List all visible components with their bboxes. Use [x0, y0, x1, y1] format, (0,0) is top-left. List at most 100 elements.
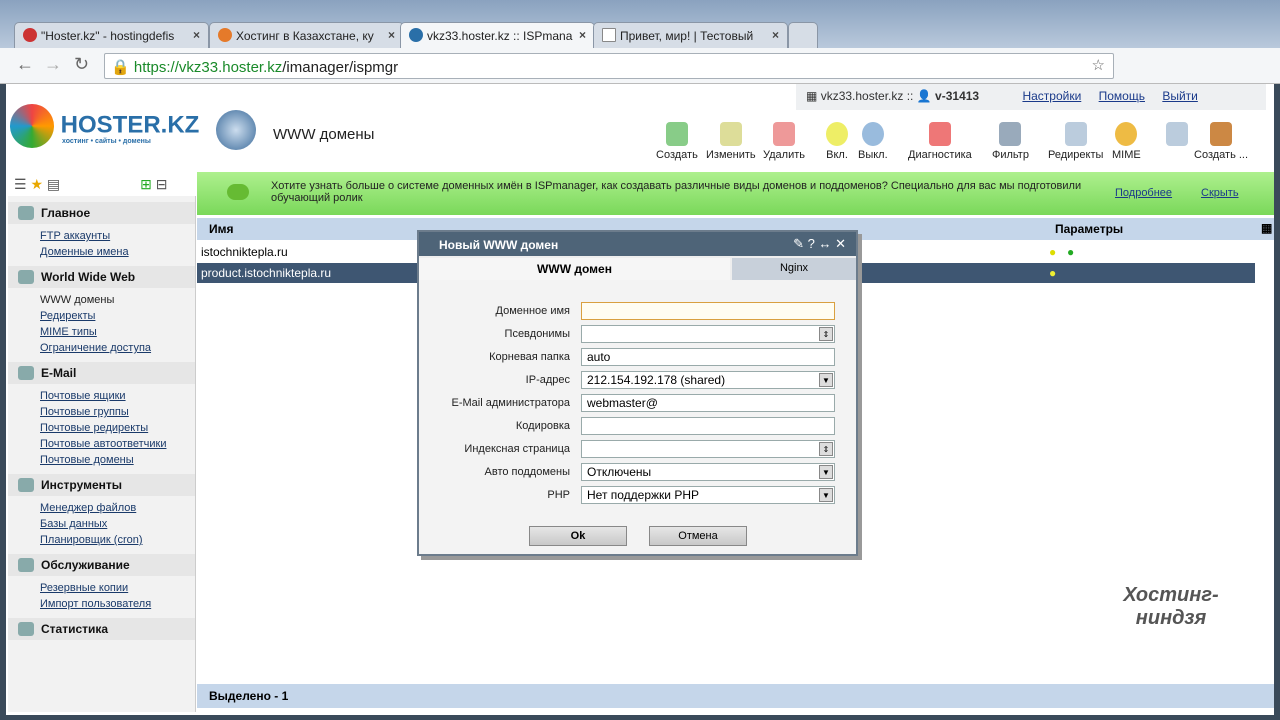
field-input[interactable]: Нет поддержки PHP ▼	[581, 486, 835, 504]
form-row: IP-адрес 212.154.192.178 (shared) ▼	[419, 371, 860, 391]
column-name[interactable]: Имя	[209, 222, 234, 236]
field-input[interactable]	[581, 417, 835, 435]
sidebar-section[interactable]: E-Mail	[8, 362, 195, 384]
browser-tab-hoster[interactable]: Хостинг в Казахстане, ку ×	[209, 22, 404, 48]
sidebar-item[interactable]: Почтовые группы	[8, 404, 195, 420]
tab-www-domain[interactable]: WWW домен	[419, 258, 730, 280]
field-input[interactable]: 212.154.192.178 (shared) ▼	[581, 371, 835, 389]
ispmanager-page: HOSTER.KZ хостинг • сайты • домены WWW до…	[6, 84, 1274, 715]
sidebar-item[interactable]: Почтовые редиректы	[8, 420, 195, 436]
first-aid-icon	[928, 122, 951, 146]
sidebar-item[interactable]: Резервные копии	[8, 580, 195, 596]
sidebar-item[interactable]: Базы данных	[8, 516, 195, 532]
sidebar-item[interactable]: Почтовые ящики	[8, 388, 195, 404]
address-bar-area: ← → ↻ 🔒 https://vkz33.hoster.kz/imanager…	[0, 48, 1280, 84]
star-icon[interactable]: ☆	[1092, 56, 1105, 74]
reload-icon[interactable]: ↻	[74, 54, 89, 75]
sidebar-section[interactable]: Статистика	[8, 618, 195, 640]
sidebar-item[interactable]: Почтовые автоответчики	[8, 436, 195, 452]
redirects-button[interactable]: Редиректы	[1048, 122, 1103, 161]
delete-button[interactable]: Удалить	[763, 122, 805, 161]
php-icon: ●	[1067, 245, 1075, 259]
sidebar-item[interactable]: WWW домены	[8, 292, 195, 308]
field-input[interactable]: webmaster@	[581, 394, 835, 412]
field-input[interactable]: ⇕	[581, 440, 835, 458]
form-row: Авто поддомены Отключены ▼	[419, 463, 860, 483]
forward-button[interactable]	[1166, 122, 1188, 149]
settings-link[interactable]: Настройки	[1022, 89, 1081, 103]
field-input[interactable]: Отключены ▼	[581, 463, 835, 481]
sidebar-section[interactable]: Главное	[8, 202, 195, 224]
close-icon[interactable]: ×	[579, 28, 586, 42]
close-icon[interactable]: ✕	[835, 236, 846, 251]
close-icon[interactable]: ×	[193, 28, 200, 42]
pin-icon[interactable]: ✎	[793, 236, 804, 251]
diagnostics-button[interactable]: Диагностика	[908, 122, 972, 161]
sidebar-toolbar: ☰ ★ ▤ ⊞ ⊟	[14, 176, 168, 193]
column-params[interactable]: Параметры	[1055, 222, 1123, 236]
sidebar-item[interactable]: Менеджер файлов	[8, 500, 195, 516]
maximize-icon[interactable]: ↔	[818, 236, 831, 251]
spinner-icon[interactable]: ⇕	[819, 442, 833, 456]
ok-button[interactable]: Ok	[529, 526, 627, 546]
dropdown-arrow-icon[interactable]: ▼	[819, 465, 833, 479]
help-icon[interactable]: ?	[808, 236, 815, 251]
create-button[interactable]: Создать	[656, 122, 698, 161]
expand-all-icon[interactable]: ⊞	[140, 176, 152, 192]
sidebar-item[interactable]: Планировщик (cron)	[8, 532, 195, 548]
field-label: Индексная страница	[464, 443, 570, 455]
browser-tab-gmail[interactable]: "Hoster.kz" - hostingdefis ×	[14, 22, 209, 48]
hide-link[interactable]: Скрыть	[1201, 187, 1239, 199]
info-banner: Хотите узнать больше о системе доменных …	[197, 172, 1274, 215]
sidebar-item[interactable]: Доменные имена	[8, 244, 195, 260]
favorites-icon[interactable]: ★	[30, 176, 43, 192]
form-row: Индексная страница ⇕	[419, 440, 860, 460]
url-input[interactable]: 🔒 https://vkz33.hoster.kz/imanager/ispmg…	[104, 53, 1114, 79]
sidebar-item[interactable]: Редиректы	[8, 308, 195, 324]
dropdown-arrow-icon[interactable]: ▼	[819, 488, 833, 502]
create-more-button[interactable]: Создать ...	[1194, 122, 1248, 161]
list-icon[interactable]: ☰	[14, 176, 27, 192]
field-input[interactable]: auto	[581, 348, 835, 366]
sidebar-item[interactable]: MIME типы	[8, 324, 195, 340]
mime-button[interactable]: MIME	[1112, 122, 1141, 161]
logout-link[interactable]: Выйти	[1162, 89, 1198, 103]
field-input[interactable]: ⇕	[581, 325, 835, 343]
filter-button[interactable]: Фильтр	[992, 122, 1029, 161]
back-icon[interactable]: ←	[16, 54, 34, 75]
close-icon[interactable]: ×	[388, 28, 395, 42]
logo[interactable]: HOSTER.KZ хостинг • сайты • домены	[10, 104, 199, 148]
cancel-button[interactable]: Отмена	[649, 526, 747, 546]
enable-button[interactable]: Вкл.	[826, 122, 848, 161]
edit-icon	[719, 122, 742, 146]
help-link[interactable]: Помощь	[1099, 89, 1145, 103]
sidebar-item[interactable]: Ограничение доступа	[8, 340, 195, 356]
browser-tab-ispmanager[interactable]: vkz33.hoster.kz :: ISPmana ×	[400, 22, 595, 48]
field-label: IP-адрес	[525, 374, 570, 386]
arrow-right-icon	[1166, 122, 1188, 146]
tab-nginx[interactable]: Nginx	[732, 258, 856, 280]
grid-icon[interactable]: ▤	[47, 176, 60, 192]
more-link[interactable]: Подробнее	[1115, 187, 1172, 199]
ispmanager-icon	[409, 28, 423, 42]
column-settings-icon[interactable]: ▦	[1261, 221, 1272, 235]
dropdown-arrow-icon[interactable]: ▼	[819, 373, 833, 387]
sidebar-section[interactable]: World Wide Web	[8, 266, 195, 288]
edit-button[interactable]: Изменить	[706, 122, 756, 161]
collapse-all-icon[interactable]: ⊟	[156, 176, 168, 192]
field-input[interactable]	[581, 302, 835, 320]
sidebar-item[interactable]: Импорт пользователя	[8, 596, 195, 612]
sidebar-section[interactable]: Инструменты	[8, 474, 195, 496]
user-icon: 👤	[916, 89, 932, 103]
new-tab-button[interactable]	[788, 22, 818, 48]
disable-button[interactable]: Выкл.	[858, 122, 888, 161]
bulb-on-icon	[826, 122, 848, 146]
page-title: WWW домены	[273, 126, 375, 143]
browser-tab-blog[interactable]: Привет, мир! | Тестовый ×	[593, 22, 788, 48]
sidebar-item[interactable]: Почтовые домены	[8, 452, 195, 468]
spinner-icon[interactable]: ⇕	[819, 327, 833, 341]
sidebar-section[interactable]: Обслуживание	[8, 554, 195, 576]
sidebar-item[interactable]: FTP аккаунты	[8, 228, 195, 244]
forward-icon[interactable]: →	[44, 54, 62, 75]
close-icon[interactable]: ×	[772, 28, 779, 42]
